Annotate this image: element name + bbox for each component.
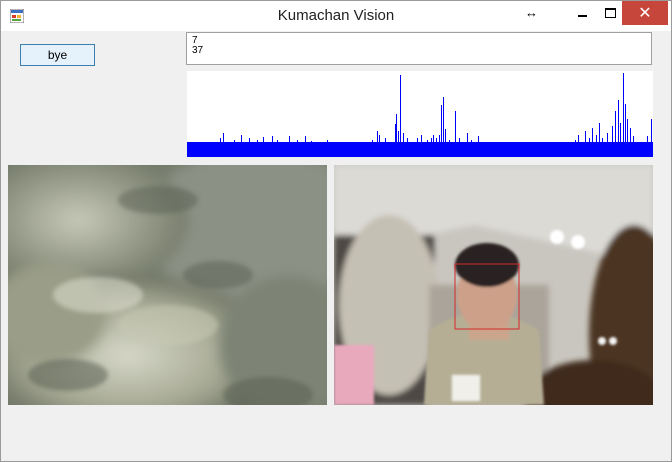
histogram-bar (612, 126, 613, 157)
histogram-bar (627, 119, 628, 157)
title-bar[interactable]: Kumachan Vision ↔ ✕ (1, 1, 671, 31)
histogram-bar (283, 142, 284, 157)
histogram-bar (633, 136, 634, 157)
histogram-bar (355, 142, 356, 157)
histogram-bar (651, 119, 652, 157)
histogram-bar (449, 140, 450, 157)
histogram-bar (395, 124, 396, 157)
histogram-bar (467, 133, 468, 157)
histogram-bar (396, 114, 397, 157)
histogram-bar (615, 111, 616, 157)
bye-button[interactable]: bye (20, 44, 95, 66)
histogram-bar (439, 135, 440, 157)
histogram-bar (372, 140, 373, 157)
histogram-bar (231, 142, 232, 157)
minimize-button[interactable] (566, 1, 598, 25)
histogram-bar (582, 142, 583, 157)
output-line: 7 (192, 35, 198, 46)
maximize-button[interactable] (598, 1, 622, 25)
histogram-bar (592, 128, 593, 157)
histogram-bar (377, 131, 378, 157)
histogram-bar (225, 142, 226, 157)
histogram-chart (187, 71, 653, 157)
histogram-bar (289, 136, 290, 157)
histogram-bar (575, 140, 576, 157)
histogram-bar (234, 140, 235, 157)
histogram-bar (647, 136, 648, 157)
histogram-bar (363, 143, 364, 157)
app-window: Kumachan Vision ↔ ✕ bye 7 37 (0, 0, 672, 462)
histogram-bar (277, 140, 278, 157)
histogram-bar (297, 140, 298, 157)
histogram-bar (223, 133, 224, 157)
histogram-bar (220, 138, 221, 157)
histogram-bar (398, 131, 399, 157)
histogram-bar (272, 136, 273, 157)
histogram-bar (253, 143, 254, 157)
histogram-bar (471, 140, 472, 157)
histogram-bar (318, 143, 319, 157)
histogram-bar (400, 75, 401, 157)
camera-feed-left (8, 165, 327, 405)
histogram-bar (589, 138, 590, 157)
histogram-bar (433, 135, 434, 157)
histogram-bar (305, 136, 306, 157)
histogram-bar (618, 100, 619, 157)
histogram-bar (620, 123, 621, 157)
histogram-bar (596, 135, 597, 157)
histogram-bar (455, 111, 456, 157)
histogram-bar (311, 141, 312, 157)
histogram-bar (436, 138, 437, 157)
output-textbox[interactable]: 7 37 (186, 32, 652, 65)
maximize-icon (604, 8, 616, 18)
histogram-bar (334, 142, 335, 157)
histogram-bar (427, 140, 428, 157)
minimize-icon (577, 15, 587, 17)
histogram-bar (393, 142, 394, 157)
resize-arrow-icon: ↔ (525, 5, 538, 20)
histogram-bar (599, 123, 600, 157)
histogram-bar (257, 140, 258, 157)
histogram-bar (578, 135, 579, 157)
histogram-bar (385, 138, 386, 157)
histogram-bar (263, 137, 264, 157)
histogram-bar (379, 135, 380, 157)
histogram-bar (585, 131, 586, 157)
close-icon: ✕ (638, 5, 652, 22)
fur-image (8, 165, 327, 405)
histogram-bar (441, 105, 442, 157)
histogram-bar (607, 133, 608, 157)
histogram-bar (403, 133, 404, 157)
histogram-bar (459, 138, 460, 157)
histogram-bar (625, 104, 626, 157)
histogram-bar (445, 129, 446, 157)
histogram-bar (412, 142, 413, 157)
histogram-baseline (187, 142, 653, 157)
close-button[interactable]: ✕ (622, 1, 668, 25)
histogram-bar (623, 73, 624, 157)
camera-feed-right (334, 165, 653, 405)
histogram-bar (417, 138, 418, 157)
histogram-bar (267, 142, 268, 157)
office-image (334, 165, 653, 405)
histogram-bar (237, 143, 238, 157)
histogram-bar (639, 142, 640, 157)
histogram-bar (245, 142, 246, 157)
histogram-bar (241, 135, 242, 157)
histogram-bar (602, 138, 603, 157)
histogram-bar (547, 143, 548, 157)
histogram-bar (407, 138, 408, 157)
histogram-bar (478, 136, 479, 157)
histogram-bar (249, 138, 250, 157)
histogram-bar (463, 142, 464, 157)
histogram-bar (340, 143, 341, 157)
output-line: 37 (192, 45, 204, 56)
histogram-bar (630, 128, 631, 157)
histogram-bar (327, 140, 328, 157)
histogram-bar (421, 135, 422, 157)
histogram-bar (443, 97, 444, 157)
histogram-bar (431, 138, 432, 157)
